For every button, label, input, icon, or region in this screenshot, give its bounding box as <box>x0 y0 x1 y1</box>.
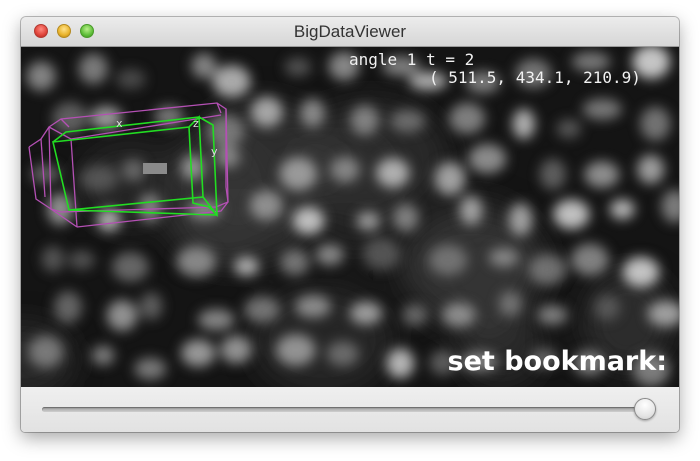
bigdataviewer-window: BigDataViewer x z y angle 1 t = 2 (511.… <box>21 17 679 432</box>
timepoint-slider-panel <box>21 387 679 432</box>
title-bar[interactable]: BigDataViewer <box>21 17 679 47</box>
view-position-marker <box>143 163 167 174</box>
axis-label-x: x <box>116 117 123 130</box>
window-title: BigDataViewer <box>293 22 407 41</box>
bounding-box-overlay: x z y <box>28 102 229 228</box>
view-bounding-box <box>52 115 218 218</box>
timepoint-slider-thumb[interactable] <box>634 398 656 420</box>
axis-label-z: z <box>193 117 199 130</box>
image-viewer-canvas[interactable]: x z y angle 1 t = 2 ( 511.5, 434.1, 210.… <box>21 47 679 387</box>
bookmark-prompt: set bookmark: <box>447 346 668 377</box>
mouse-coordinates-readout: ( 511.5, 434.1, 210.9) <box>429 68 641 87</box>
timepoint-slider-track[interactable] <box>42 407 656 412</box>
axis-label-y: y <box>211 145 218 158</box>
angle-timepoint-readout: angle 1 t = 2 <box>349 50 475 69</box>
